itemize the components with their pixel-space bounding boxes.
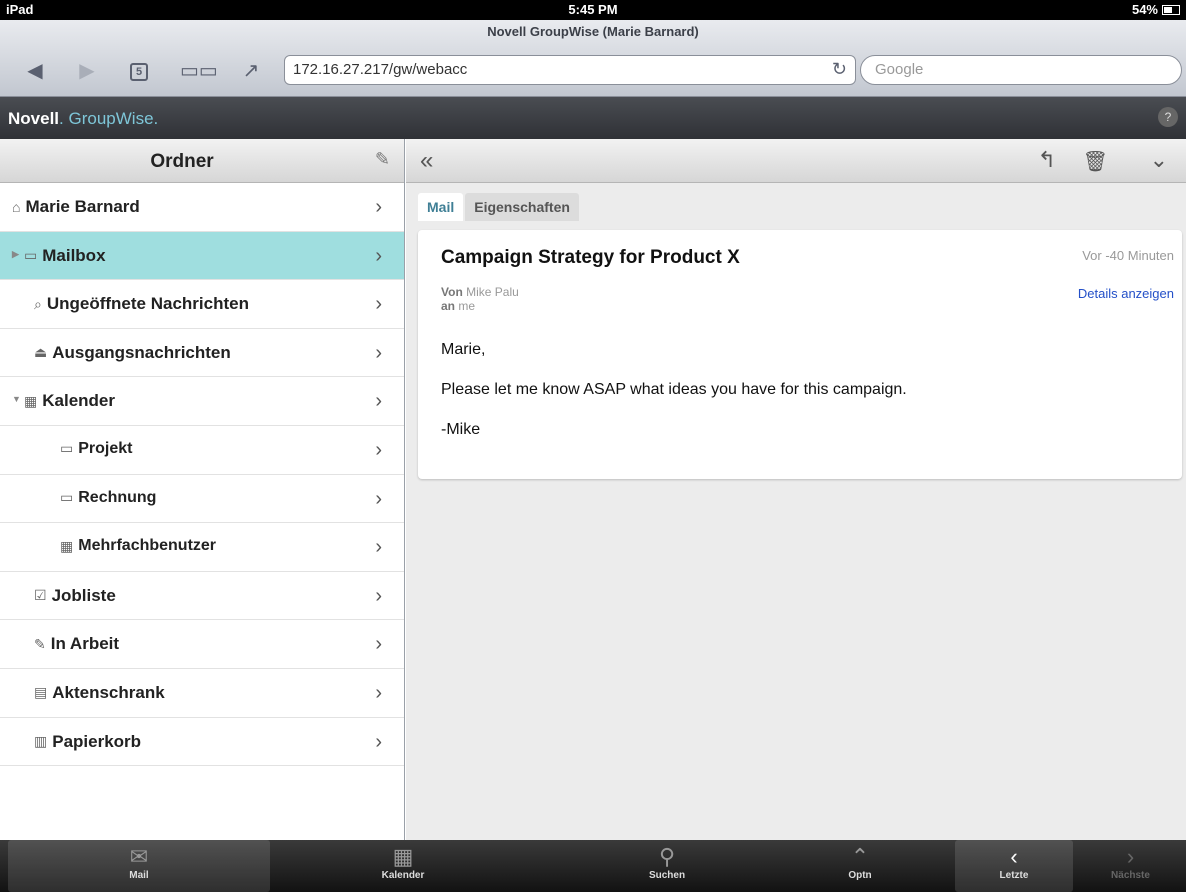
body-line: Marie, (441, 341, 486, 358)
recipient-name[interactable]: me (458, 299, 475, 313)
app-header: Novell. GroupWise. ? (0, 97, 1186, 139)
url-text: 172.16.27.217/gw/webacc (293, 61, 468, 78)
tab-options-bottom[interactable]: ⌃ Optn (800, 840, 920, 892)
chevron-right-icon: › (375, 341, 382, 364)
chevron-right-icon: › (375, 633, 382, 656)
message-pane: « ↰ 🗑 ⌄ Mail Eigenschaften Campaign Stra… (406, 139, 1186, 840)
message-time: Vor -40 Minuten (1082, 248, 1174, 263)
folder-icon: ▭ (60, 440, 74, 457)
folder-item-projekt[interactable]: ▭ Projekt › (0, 426, 404, 475)
app-logo: Novell. GroupWise. (8, 109, 159, 128)
chevron-right-icon: › (375, 293, 382, 316)
folder-title: Ordner (150, 151, 214, 172)
message-toolbar: « ↰ 🗑 ⌄ (406, 139, 1186, 183)
battery-percent: 54% (1131, 2, 1158, 17)
reply-icon[interactable]: ↰ (1038, 147, 1056, 173)
message-body: Marie, Please let me know ASAP what idea… (441, 341, 907, 461)
search-icon: ⚲ (658, 844, 676, 869)
status-time: 5:45 PM (568, 2, 618, 17)
expand-triangle-icon[interactable]: ▶ (12, 249, 19, 260)
tab-mail[interactable]: Mail (418, 193, 464, 221)
browser-toolbar: Novell GroupWise (Marie Barnard) ◀ ▶ 5 ▭… (0, 20, 1186, 97)
tab-mail-bottom[interactable]: ✉ Mail (8, 840, 270, 892)
outbox-icon: ⏏ (34, 344, 48, 361)
collapse-pane-icon[interactable]: « (420, 147, 433, 175)
sender-name[interactable]: Mike Palu (466, 285, 519, 299)
folder-header: Ordner ✎ (0, 139, 404, 183)
search-field[interactable]: Google (860, 55, 1182, 85)
battery-icon (1162, 4, 1180, 15)
calendar-icon: ▦ (60, 537, 74, 554)
url-field[interactable]: 172.16.27.217/gw/webacc ↻ (284, 55, 856, 85)
folder-item-mailbox[interactable]: ▶ ▭ Mailbox › (0, 231, 404, 281)
folder-item-aktenschrank[interactable]: ▤ Aktenschrank › (0, 669, 404, 718)
page-title: Novell GroupWise (Marie Barnard) (487, 24, 699, 39)
show-details-link[interactable]: Details anzeigen (1078, 286, 1174, 301)
chevron-right-icon: › (375, 681, 382, 704)
folder-item-calendar[interactable]: ▼ ▦ Kalender › (0, 377, 404, 426)
tab-search-bottom[interactable]: ⚲ Suchen (536, 840, 798, 892)
folder-item-papierkorb[interactable]: ▥ Papierkorb › (0, 718, 404, 767)
message-subject: Campaign Strategy for Product X (441, 247, 740, 268)
status-bar: iPad 5:45 PM 54% (0, 0, 1186, 20)
forward-arrow-icon[interactable]: ▶ (72, 58, 102, 83)
message-meta: Von Mike Palu an me (441, 285, 519, 313)
battery-status: 54% (1132, 2, 1180, 17)
bookmarks-icon[interactable]: ▭▭ (180, 58, 218, 83)
mail-icon: ✉ (129, 844, 149, 869)
double-chevron-up-icon: ⌃ (850, 844, 870, 869)
chevron-right-icon: › (375, 390, 382, 413)
edit-folders-icon[interactable]: ✎ (375, 149, 390, 170)
share-icon[interactable]: ↗ (236, 58, 266, 83)
chevron-right-icon: › (375, 438, 382, 461)
chevron-right-icon: › (375, 584, 382, 607)
tab-previous-bottom[interactable]: ‹ Letzte (955, 840, 1073, 892)
cabinet-icon: ▤ (34, 684, 48, 701)
folder-item-marie-barnard[interactable]: ⌂ Marie Barnard › (0, 183, 404, 232)
bottom-tab-bar: ✉ Mail ▦ Kalender ⚲ Suchen ⌃ Optn ‹ Letz… (0, 840, 1186, 892)
checklist-icon: ☑ (34, 587, 47, 604)
tab-calendar-bottom[interactable]: ▦ Kalender (272, 840, 534, 892)
chevron-right-icon: › (375, 536, 382, 559)
message-card: Campaign Strategy for Product X Vor -40 … (418, 230, 1182, 479)
chevron-right-icon: › (375, 487, 382, 510)
home-icon: ⌂ (12, 199, 21, 215)
tab-next-bottom[interactable]: › Nächste (1075, 840, 1186, 892)
body-line: Please let me know ASAP what ideas you h… (441, 381, 907, 398)
search-placeholder: Google (875, 61, 924, 78)
reload-icon[interactable]: ↻ (832, 59, 847, 80)
folder-item-mehrfachbenutzer[interactable]: ▦ Mehrfachbenutzer › (0, 523, 404, 572)
folder-icon: ▭ (60, 489, 74, 506)
folder-item-unopened[interactable]: ⌕ Ungeöffnete Nachrichten › (0, 280, 404, 329)
tab-properties[interactable]: Eigenschaften (465, 193, 579, 221)
message-tabs: Mail Eigenschaften (418, 193, 579, 221)
delete-icon[interactable]: 🗑 (1083, 149, 1108, 174)
tabs-button[interactable]: 5 (124, 58, 154, 81)
back-arrow-icon[interactable]: ◀ (20, 58, 50, 83)
folder-item-outbox[interactable]: ⏏ Ausgangsnachrichten › (0, 329, 404, 378)
unopened-icon: ⌕ (34, 295, 42, 312)
folder-item-jobliste[interactable]: ☑ Jobliste › (0, 572, 404, 621)
double-chevron-down-icon[interactable]: ⌄ (1150, 147, 1168, 173)
calendar-grid-icon: ▦ (392, 844, 414, 869)
mailbox-icon: ▭ (24, 247, 38, 264)
chevron-right-icon: › (375, 196, 382, 218)
calendar-icon: ▦ (24, 392, 38, 409)
tab-count: 5 (130, 63, 148, 81)
folder-pane: Ordner ✎ ⌂ Marie Barnard › ▶ ▭ Mailbox › ⌕… (0, 139, 405, 840)
trash-icon: ▥ (34, 733, 48, 750)
folder-item-rechnung[interactable]: ▭ Rechnung › (0, 475, 404, 524)
help-button[interactable]: ? (1158, 107, 1178, 127)
chevron-right-icon: › (375, 730, 382, 753)
chevron-right-icon: › (1126, 844, 1135, 869)
chevron-left-icon: ‹ (1010, 844, 1018, 869)
folder-item-in-arbeit[interactable]: ✎ In Arbeit › (0, 620, 404, 669)
collapse-triangle-icon[interactable]: ▼ (12, 394, 21, 404)
draft-icon: ✎ (34, 635, 46, 652)
chevron-right-icon: › (375, 244, 382, 267)
body-line: -Mike (441, 421, 481, 438)
